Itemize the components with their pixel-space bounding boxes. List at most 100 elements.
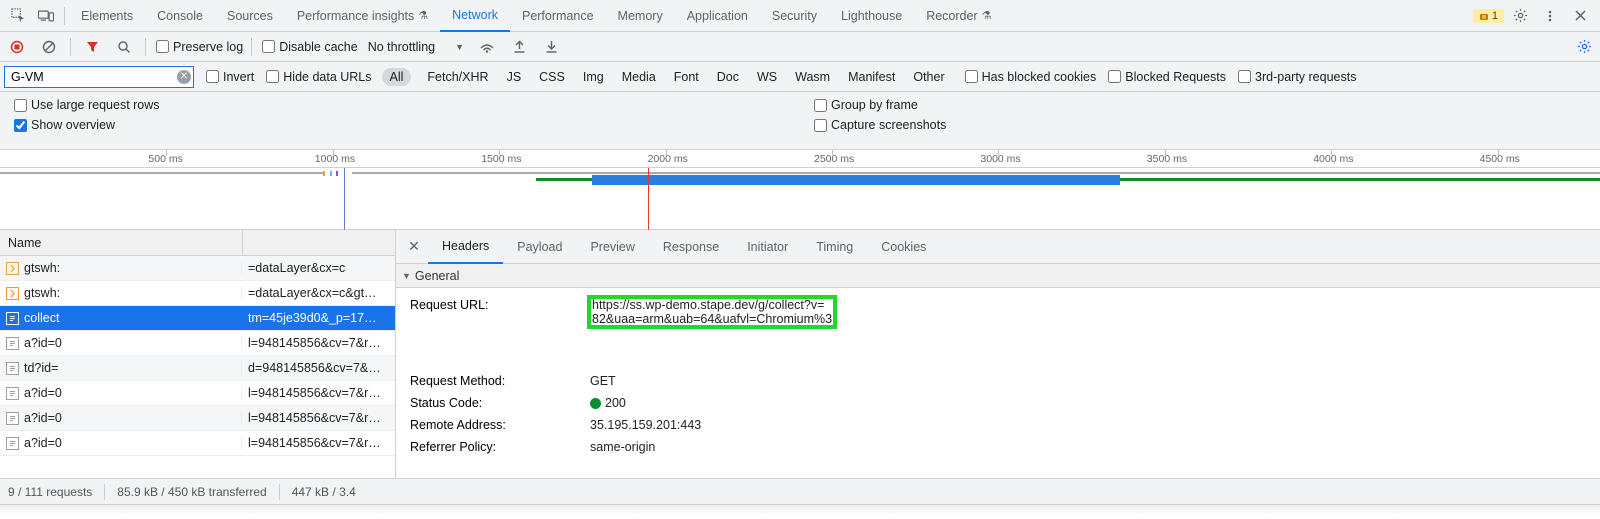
document-icon <box>6 312 19 325</box>
request-url-fragment: =dataLayer&cx=c <box>242 261 395 275</box>
document-icon <box>6 362 19 375</box>
show-overview-checkbox[interactable]: Show overview <box>12 118 788 132</box>
script-icon <box>6 262 19 275</box>
detail-tab[interactable]: Timing <box>802 230 867 264</box>
request-row[interactable]: a?id=0l=948145856&cv=7&r… <box>0 406 395 431</box>
filter-bar: ✕ Invert Hide data URLs All Fetch/XHRJSCS… <box>0 62 1600 92</box>
detail-tab[interactable]: Payload <box>503 230 576 264</box>
detail-tab[interactable]: Preview <box>576 230 648 264</box>
device-toggle-icon[interactable] <box>32 2 60 30</box>
warnings-count: 1 <box>1492 10 1498 22</box>
clear-filter-icon[interactable]: ✕ <box>177 70 191 84</box>
third-party-checkbox[interactable]: 3rd-party requests <box>1236 70 1356 84</box>
import-har-icon[interactable] <box>538 34 564 60</box>
timeline-overview[interactable]: 500 ms1000 ms1500 ms2000 ms2500 ms3000 m… <box>0 150 1600 230</box>
close-devtools-icon[interactable] <box>1566 2 1594 30</box>
export-har-icon[interactable] <box>506 34 532 60</box>
invert-checkbox[interactable]: Invert <box>204 70 254 84</box>
resource-type-filter[interactable]: All <box>382 68 412 86</box>
flask-icon: ⚗ <box>982 9 992 22</box>
resource-type-filter[interactable]: Fetch/XHR <box>419 68 496 86</box>
devtools-tab[interactable]: Security <box>760 0 829 32</box>
resource-type-filter[interactable]: WS <box>749 68 785 86</box>
resource-type-filter[interactable]: Manifest <box>840 68 903 86</box>
request-row[interactable]: td?id=d=948145856&cv=7&… <box>0 356 395 381</box>
capture-screenshots-checkbox[interactable]: Capture screenshots <box>812 118 1588 132</box>
clear-button[interactable] <box>36 34 62 60</box>
chevron-down-icon: ▼ <box>455 42 464 52</box>
request-row[interactable]: a?id=0l=948145856&cv=7&r… <box>0 381 395 406</box>
resource-type-filter[interactable]: Font <box>666 68 707 86</box>
search-icon[interactable] <box>111 34 137 60</box>
devtools-tab[interactable]: Memory <box>606 0 675 32</box>
kebab-menu-icon[interactable] <box>1536 2 1564 30</box>
request-url-fragment: l=948145856&cv=7&r… <box>242 411 395 425</box>
request-method-label: Request Method: <box>410 374 590 388</box>
use-large-rows-checkbox[interactable]: Use large request rows <box>12 98 788 112</box>
disclosure-triangle-icon: ▼ <box>402 271 411 281</box>
warnings-badge[interactable]: 1 <box>1473 9 1504 23</box>
close-details-icon[interactable]: ✕ <box>400 238 428 255</box>
devtools-tab[interactable]: Lighthouse <box>829 0 914 32</box>
request-table: Name gtswh: =dataLayer&cx=c gtswh: =dataLay… <box>0 230 396 478</box>
devtools-tab[interactable]: Network <box>440 0 510 32</box>
filter-icon[interactable] <box>79 34 105 60</box>
network-conditions-icon[interactable] <box>474 34 500 60</box>
group-by-frame-checkbox[interactable]: Group by frame <box>812 98 1588 112</box>
has-blocked-cookies-checkbox[interactable]: Has blocked cookies <box>963 70 1097 84</box>
request-row[interactable]: gtswh: =dataLayer&cx=c <box>0 256 395 281</box>
status-dot-icon <box>590 398 601 409</box>
filter-input[interactable] <box>4 66 194 88</box>
request-row[interactable]: gtswh: =dataLayer&cx=c&gt… <box>0 281 395 306</box>
request-url-fragment: l=948145856&cv=7&r… <box>242 436 395 450</box>
resource-type-filter[interactable]: Wasm <box>787 68 838 86</box>
throttling-select[interactable]: No throttling ▼ <box>364 40 468 54</box>
resource-type-filter[interactable]: Other <box>905 68 952 86</box>
script-icon <box>6 287 19 300</box>
record-button[interactable] <box>4 34 30 60</box>
resource-type-filter[interactable]: JS <box>499 68 530 86</box>
settings-gear-icon[interactable] <box>1506 2 1534 30</box>
request-name: collect <box>24 311 59 325</box>
devtools-tab[interactable]: Recorder ⚗ <box>914 0 1003 32</box>
detail-tab[interactable]: Response <box>649 230 733 264</box>
hide-data-urls-checkbox[interactable]: Hide data URLs <box>264 70 371 84</box>
general-section-header[interactable]: ▼ General <box>396 264 1600 288</box>
document-icon <box>6 387 19 400</box>
detail-tab[interactable]: Initiator <box>733 230 802 264</box>
devtools-top-tabs: ElementsConsoleSourcesPerformance insigh… <box>0 0 1600 32</box>
resource-type-filter[interactable]: Doc <box>709 68 747 86</box>
request-row[interactable]: collecttm=45je39d0&_p=17… <box>0 306 395 331</box>
request-url-fragment: =dataLayer&cx=c&gt… <box>242 286 395 300</box>
request-url-value: https://ss.wp-demo.stape.dev/g/collect?v… <box>590 298 834 326</box>
network-settings-icon[interactable] <box>1577 39 1600 54</box>
document-icon <box>6 437 19 450</box>
preserve-log-checkbox[interactable]: Preserve log <box>154 40 243 54</box>
resource-type-filter[interactable]: Media <box>614 68 664 86</box>
request-name: gtswh: <box>24 261 60 275</box>
detail-tab[interactable]: Headers <box>428 230 503 264</box>
request-row[interactable]: a?id=0l=948145856&cv=7&r… <box>0 331 395 356</box>
resource-type-filter[interactable]: CSS <box>531 68 573 86</box>
table-header[interactable]: Name <box>0 230 395 256</box>
devtools-tab[interactable]: Console <box>145 0 215 32</box>
status-code-label: Status Code: <box>410 396 590 410</box>
request-name: gtswh: <box>24 286 60 300</box>
detail-tab[interactable]: Cookies <box>867 230 940 264</box>
resource-type-filter[interactable]: Img <box>575 68 612 86</box>
disable-cache-checkbox[interactable]: Disable cache <box>260 40 358 54</box>
devtools-tab[interactable]: Elements <box>69 0 145 32</box>
inspect-icon[interactable] <box>4 2 32 30</box>
request-name: a?id=0 <box>24 436 62 450</box>
request-row[interactable]: a?id=0 l=948145856&cv=7&r… <box>0 431 395 456</box>
devtools-tab[interactable]: Sources <box>215 0 285 32</box>
remote-address-label: Remote Address: <box>410 418 590 432</box>
devtools-tab[interactable]: Application <box>675 0 760 32</box>
referrer-policy-value: same-origin <box>590 440 655 454</box>
devtools-tab[interactable]: Performance <box>510 0 606 32</box>
status-bar: 9 / 111 requests 85.9 kB / 450 kB transf… <box>0 479 1600 505</box>
blocked-requests-checkbox[interactable]: Blocked Requests <box>1106 70 1226 84</box>
devtools-tab[interactable]: Performance insights ⚗ <box>285 0 440 32</box>
document-icon <box>6 337 19 350</box>
network-main: Name gtswh: =dataLayer&cx=c gtswh: =dataLay… <box>0 230 1600 479</box>
